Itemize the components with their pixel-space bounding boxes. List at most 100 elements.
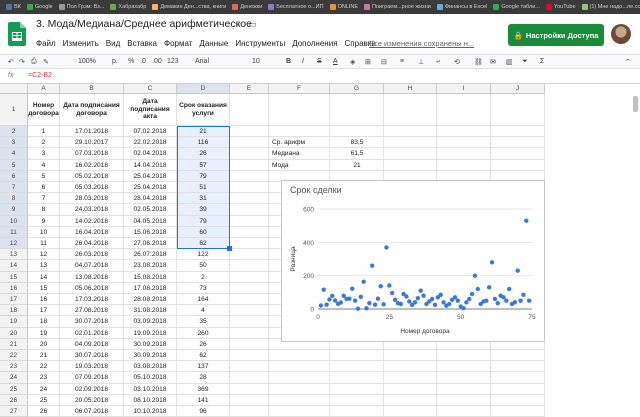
empty-cell[interactable] (491, 126, 545, 138)
bookmark-item[interactable]: Поиграем...рное жизни (364, 4, 431, 10)
collapse-icon[interactable]: ⌃ (625, 58, 631, 66)
row-header[interactable]: 5 (0, 159, 28, 171)
table-cell[interactable]: 26.03.2018 (60, 249, 124, 261)
empty-cell[interactable] (491, 394, 545, 406)
row-header[interactable]: 4 (0, 148, 28, 160)
corner-cell[interactable] (0, 84, 28, 94)
table-cell[interactable]: 22.02.2018 (124, 137, 177, 149)
table-cell[interactable]: 04.07.2018 (60, 260, 124, 272)
row-header[interactable]: 21 (0, 338, 28, 350)
table-cell[interactable]: 96 (177, 406, 230, 417)
table-cell[interactable]: 24 (28, 383, 60, 395)
table-cell[interactable]: 05.06.2018 (60, 282, 124, 294)
table-cell[interactable]: 30.07.2018 (60, 316, 124, 328)
table-cell[interactable]: 03.09.2018 (124, 316, 177, 328)
empty-cell[interactable] (491, 361, 545, 373)
document-title[interactable]: 3. Мода/Медиана/Среднее арифметическое (36, 18, 252, 30)
borders-icon[interactable]: ⊞ (365, 58, 371, 66)
table-cell[interactable]: 25.04.2018 (124, 170, 177, 182)
table-cell[interactable]: 07.09.2018 (60, 372, 124, 384)
table-cell[interactable]: 25 (28, 394, 60, 406)
table-cell[interactable]: 26.04.2018 (60, 238, 124, 250)
table-cell[interactable]: 23 (28, 372, 60, 384)
column-header-h[interactable]: H (384, 84, 437, 94)
table-cell[interactable]: 07.03.2018 (60, 148, 124, 160)
table-cell[interactable]: 04.09.2018 (60, 338, 124, 350)
table-cell[interactable]: 28.03.2018 (60, 193, 124, 205)
table-cell[interactable]: 31 (177, 193, 230, 205)
table-cell[interactable]: 13.08.2018 (60, 271, 124, 283)
percent-button[interactable]: % (128, 58, 134, 65)
empty-cell[interactable] (384, 94, 437, 126)
column-header-f[interactable]: F (269, 84, 330, 94)
row-header[interactable]: 2 (0, 126, 28, 138)
empty-cell[interactable] (269, 361, 330, 373)
table-cell[interactable]: 04.05.2018 (124, 215, 177, 227)
empty-cell[interactable] (230, 383, 269, 395)
bookmark-item[interactable]: YouTube (545, 4, 576, 10)
row-header[interactable]: 16 (0, 282, 28, 294)
bookmark-item[interactable]: Пол Грэм: Вз... (58, 4, 104, 10)
table-cell[interactable]: 7 (28, 193, 60, 205)
row-header[interactable]: 12 (0, 238, 28, 250)
table-cell[interactable]: 116 (177, 137, 230, 149)
table-cell[interactable]: 20.05.2018 (60, 394, 124, 406)
column-header-b[interactable]: B (60, 84, 124, 94)
empty-cell[interactable] (230, 282, 269, 294)
table-cell[interactable]: 15 (28, 282, 60, 294)
table-cell[interactable]: 27.08.2018 (60, 305, 124, 317)
empty-cell[interactable] (230, 193, 269, 205)
table-cell[interactable]: 29.10.2017 (60, 137, 124, 149)
table-cell[interactable]: 260 (177, 327, 230, 339)
menu-item[interactable]: Файл (36, 39, 56, 48)
column-header-d[interactable]: D (177, 84, 230, 94)
chart-icon[interactable]: ▥ (506, 58, 513, 66)
empty-cell[interactable] (230, 372, 269, 384)
font-size-select[interactable]: 10 (252, 58, 260, 65)
table-cell[interactable]: 50 (177, 260, 230, 272)
table-cell[interactable]: 13 (28, 260, 60, 272)
comment-icon[interactable]: ✉ (490, 58, 496, 66)
currency-button[interactable]: р. (112, 58, 118, 65)
table-cell[interactable]: 2 (28, 137, 60, 149)
row-header[interactable]: 15 (0, 271, 28, 283)
empty-cell[interactable] (437, 137, 491, 149)
table-cell[interactable]: 02.04.2018 (124, 148, 177, 160)
table-cell[interactable]: 28 (177, 372, 230, 384)
empty-cell[interactable] (330, 394, 384, 406)
empty-cell[interactable] (437, 383, 491, 395)
table-cell[interactable]: 28.04.2018 (124, 193, 177, 205)
table-cell[interactable]: 39 (177, 204, 230, 216)
table-cell[interactable]: 8 (28, 204, 60, 216)
table-cell[interactable]: 26 (177, 338, 230, 350)
menu-item[interactable]: Данные (199, 39, 228, 48)
empty-cell[interactable] (230, 305, 269, 317)
rotate-icon[interactable]: ⟲ (454, 58, 460, 66)
table-cell[interactable]: 4 (177, 305, 230, 317)
empty-cell[interactable] (384, 361, 437, 373)
table-cell[interactable]: 10.10.2018 (124, 406, 177, 417)
save-status[interactable]: Все изменения сохранены н... (369, 39, 474, 48)
table-cell[interactable]: 35 (177, 316, 230, 328)
header-cell[interactable]: Дата подписания акта (124, 94, 177, 126)
row-header[interactable]: 27 (0, 406, 28, 417)
table-cell[interactable]: 05.02.2018 (60, 170, 124, 182)
table-cell[interactable]: 57 (177, 159, 230, 171)
empty-cell[interactable] (269, 126, 330, 138)
table-cell[interactable]: 14.02.2018 (60, 215, 124, 227)
header-cell[interactable]: Срок оказания услуги (177, 94, 230, 126)
row-header[interactable]: 18 (0, 305, 28, 317)
bookmark-item[interactable]: Финансы в Excel (436, 4, 487, 10)
row-header[interactable]: 25 (0, 383, 28, 395)
header-cell[interactable]: Номер договора (28, 94, 60, 126)
table-cell[interactable]: 12 (28, 249, 60, 261)
star-icon[interactable]: ☆ (234, 19, 242, 30)
empty-cell[interactable] (491, 159, 545, 171)
empty-cell[interactable] (491, 372, 545, 384)
bookmark-item[interactable]: Демакин Ден...ства, книги (152, 4, 226, 10)
table-cell[interactable]: 16.04.2018 (60, 226, 124, 238)
table-cell[interactable]: 26 (28, 406, 60, 417)
table-cell[interactable]: 15.06.2018 (124, 226, 177, 238)
empty-cell[interactable] (330, 372, 384, 384)
table-cell[interactable]: 25.04.2018 (124, 182, 177, 194)
